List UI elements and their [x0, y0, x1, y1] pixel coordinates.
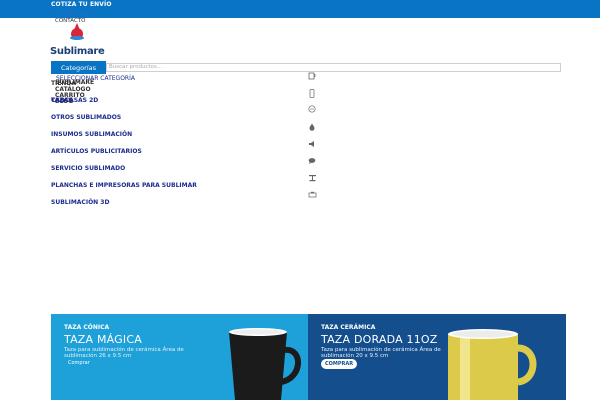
banner-description: Taza para sublimación de cerámica Área d…	[321, 347, 441, 359]
whatsapp-label: WhatsApp	[63, 10, 94, 17]
categories-menu-button[interactable]: Categorías	[51, 61, 106, 74]
category-item-3d[interactable]: SUBLIMACIÓN 3D	[51, 199, 109, 206]
site-logo[interactable]: Sublimare	[50, 19, 105, 61]
cotiza-envio-link[interactable]: COTIZA TU ENVÍO	[51, 1, 112, 8]
press-icon	[307, 173, 317, 183]
banner-title: TAZA MÁGICA	[64, 333, 142, 346]
category-item-insumos[interactable]: INSUMOS SUBLIMACIÓN	[51, 131, 132, 138]
buy-button[interactable]: Comprar	[64, 358, 94, 368]
chat-icon	[307, 156, 317, 166]
nav-sublimare[interactable]: SUBLIMARE	[55, 79, 94, 86]
ink-drop-icon	[307, 122, 317, 132]
whatsapp-icon	[55, 10, 61, 17]
megaphone-icon	[307, 139, 317, 149]
banner-tag: TAZA CERÁMICA	[321, 324, 376, 331]
category-item-carcasas[interactable]: OTROS SUBLIMADOS	[51, 114, 121, 121]
whatsapp-link[interactable]: WhatsApp	[55, 10, 94, 17]
logo-drop-icon	[70, 23, 84, 40]
promo-banner-taza-magica[interactable]: TAZA CÓNICA TAZA MÁGICA Taza para sublim…	[51, 314, 308, 400]
phone-case-icon	[307, 88, 317, 98]
3d-press-icon	[307, 190, 317, 200]
mug-icon	[307, 71, 317, 81]
plate-icon	[307, 104, 317, 114]
category-item-articulos[interactable]: ARTÍCULOS PUBLICITARIOS	[51, 148, 142, 155]
banner-title: TAZA DORADA 11OZ	[321, 333, 438, 346]
category-item-planchas[interactable]: PLANCHAS E IMPRESORAS PARA SUBLIMAR	[51, 182, 197, 189]
logo-text: Sublimare	[50, 46, 105, 57]
category-item-servicio[interactable]: SERVICIO SUBLIMADO	[51, 165, 125, 172]
gold-mug-image	[448, 329, 537, 400]
promo-banner-taza-dorada[interactable]: TAZA CERÁMICA TAZA DORADA 11OZ Taza para…	[308, 314, 566, 400]
category-item-carcasas-2d[interactable]: CARCASAS 2D	[51, 97, 98, 104]
search-input[interactable]: Buscar productos...	[106, 63, 561, 72]
banner-tag: TAZA CÓNICA	[64, 324, 110, 331]
buy-button[interactable]: COMPRAR	[321, 359, 358, 369]
black-mug-image	[229, 328, 301, 400]
